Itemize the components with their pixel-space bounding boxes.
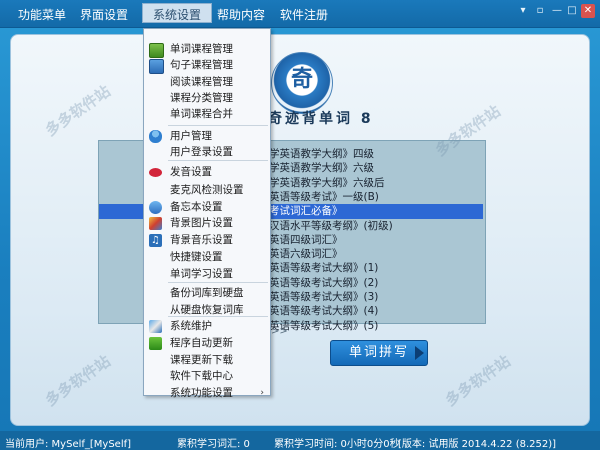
- menu-item-label: 阅读课程管理: [170, 76, 233, 88]
- menu-item-label: 单词课程管理: [170, 43, 233, 55]
- menu-item-6[interactable]: 用户管理: [144, 128, 270, 145]
- menu-item-label: 备份词库到硬盘: [170, 287, 244, 299]
- list-item[interactable]: 学英语教学大纲》六级后: [269, 176, 385, 191]
- minimize-icon[interactable]: —: [550, 4, 564, 18]
- menu-item-7[interactable]: 用户登录设置: [144, 144, 270, 161]
- book-icon: [149, 43, 164, 58]
- list-item-label: 考试词汇必备》: [269, 205, 343, 218]
- menu-item-label: 程序自动更新: [170, 337, 233, 349]
- list-item[interactable]: 英语等级考试大纲》(1): [269, 261, 378, 276]
- menu-item-12[interactable]: ♫ 背景音乐设置: [144, 232, 270, 249]
- menu-item-label: 软件下载中心: [170, 370, 233, 382]
- menu-help[interactable]: 帮助内容: [217, 6, 265, 23]
- close-icon[interactable]: ✕: [581, 4, 595, 18]
- menu-item-14[interactable]: 单词学习设置: [144, 266, 270, 283]
- status-time: 累积学习时间: 0小时0分0秒: [274, 439, 400, 450]
- menu-item-1[interactable]: 单词课程管理: [144, 41, 270, 58]
- status-words: 累积学习词汇: 0: [177, 439, 250, 450]
- menu-item-17[interactable]: 系统维护: [144, 318, 270, 335]
- menu-item-20[interactable]: 软件下载中心: [144, 368, 270, 385]
- menu-item-8[interactable]: 发音设置: [144, 164, 270, 181]
- menu-separator: [168, 125, 268, 126]
- list-item[interactable]: 英语四级词汇》: [269, 233, 343, 248]
- list-item[interactable]: 英语等级考试》一级(B): [269, 190, 379, 205]
- menu-interface-settings[interactable]: 界面设置: [80, 6, 128, 23]
- lips-icon: [149, 168, 162, 177]
- menu-item-4[interactable]: 课程分类管理: [144, 90, 270, 107]
- menu-item-label: 背景音乐设置: [170, 234, 233, 246]
- app-title: 奇迹背单词 8: [268, 111, 374, 127]
- status-user: 当前用户: MySelf_[MySelf]: [5, 439, 132, 450]
- menu-item-label: 从硬盘恢复词库: [170, 304, 244, 316]
- music-icon: ♫: [149, 234, 162, 247]
- list-item[interactable]: 学英语教学大纲》四级: [269, 147, 374, 162]
- list-item[interactable]: 英语六级词汇》: [269, 247, 343, 262]
- list-item[interactable]: 英语等级考试大纲》(3): [269, 290, 378, 305]
- menu-item-label: 快捷键设置: [170, 251, 223, 263]
- menu-item-label: 课程分类管理: [170, 92, 233, 104]
- menu-functions[interactable]: 功能菜单: [18, 6, 66, 23]
- menu-item-10[interactable]: 备忘本设置: [144, 199, 270, 216]
- menu-item-5[interactable]: 单词课程合并: [144, 106, 270, 123]
- menu-item-15[interactable]: 备份词库到硬盘: [144, 285, 270, 302]
- status-bar: 当前用户: MySelf_[MySelf] 累积学习词汇: 0 累积学习时间: …: [0, 431, 600, 450]
- menu-item-label: 单词课程合并: [170, 108, 233, 120]
- logo-char: 奇: [290, 67, 313, 92]
- tools-icon: [149, 320, 162, 333]
- menu-item-13[interactable]: 快捷键设置: [144, 249, 270, 266]
- notebook-icon: [149, 59, 164, 74]
- menu-item-2[interactable]: 句子课程管理: [144, 57, 270, 74]
- spell-words-button[interactable]: 单词拼写: [330, 340, 428, 366]
- dropdown-icon[interactable]: ▾: [516, 4, 530, 18]
- menu-item-label: 背景图片设置: [170, 217, 233, 229]
- menu-item-label: 备忘本设置: [170, 201, 223, 213]
- menu-item-label: 发音设置: [170, 166, 212, 178]
- menu-item-3[interactable]: 阅读课程管理: [144, 74, 270, 91]
- menu-item-11[interactable]: 背景图片设置: [144, 215, 270, 232]
- list-item[interactable]: 学英语教学大纲》六级: [269, 161, 374, 176]
- list-item[interactable]: 汉语水平等级考纲》(初级): [269, 219, 393, 234]
- pager[interactable]: >>: [271, 326, 288, 337]
- menu-item-label: 课程更新下载: [170, 354, 233, 366]
- list-item[interactable]: 英语等级考试大纲》(2): [269, 276, 378, 291]
- download-arrow-icon: [149, 337, 162, 350]
- menu-item-label: 系统维护: [170, 320, 212, 332]
- menu-item-18[interactable]: 程序自动更新: [144, 335, 270, 352]
- system-settings-menu: 单词课程管理 句子课程管理 阅读课程管理 课程分类管理 单词课程合并 用户管理用户登录设置…: [143, 28, 271, 399]
- menu-item-label: 单词学习设置: [170, 268, 233, 280]
- menu-item-21[interactable]: 系统功能设置 ›: [144, 385, 270, 402]
- memo-icon: [149, 201, 162, 214]
- menu-item-label: 用户登录设置: [170, 146, 233, 158]
- menu-bar: 功能菜单 界面设置 系统设置 帮助内容 软件注册 ▾ ▫ — □ ✕: [0, 0, 600, 28]
- user-icon: [149, 130, 162, 143]
- menu-item-9[interactable]: 麦克风检测设置: [144, 182, 270, 199]
- list-item[interactable]: 英语等级考试大纲》(4): [269, 304, 378, 319]
- maximize-icon[interactable]: □: [565, 4, 579, 18]
- picture-icon: [149, 217, 162, 230]
- restore-icon[interactable]: ▫: [533, 4, 547, 18]
- menu-item-label: 麦克风检测设置: [170, 184, 244, 196]
- menu-register[interactable]: 软件注册: [280, 6, 328, 23]
- menu-item-label: 用户管理: [170, 130, 212, 142]
- menu-item-16[interactable]: 从硬盘恢复词库: [144, 302, 270, 319]
- submenu-arrow-icon: ›: [260, 388, 264, 398]
- status-version: [版本: 试用版 2014.4.22 (8.252)]: [398, 439, 557, 450]
- menu-item-19[interactable]: 课程更新下载: [144, 352, 270, 369]
- app-window: 功能菜单 界面设置 系统设置 帮助内容 软件注册 ▾ ▫ — □ ✕ 奇 奇迹背…: [0, 0, 600, 450]
- menu-item-label: 句子课程管理: [170, 59, 233, 71]
- menu-system-settings[interactable]: 系统设置: [142, 3, 213, 23]
- menu-item-label: 系统功能设置: [170, 387, 233, 399]
